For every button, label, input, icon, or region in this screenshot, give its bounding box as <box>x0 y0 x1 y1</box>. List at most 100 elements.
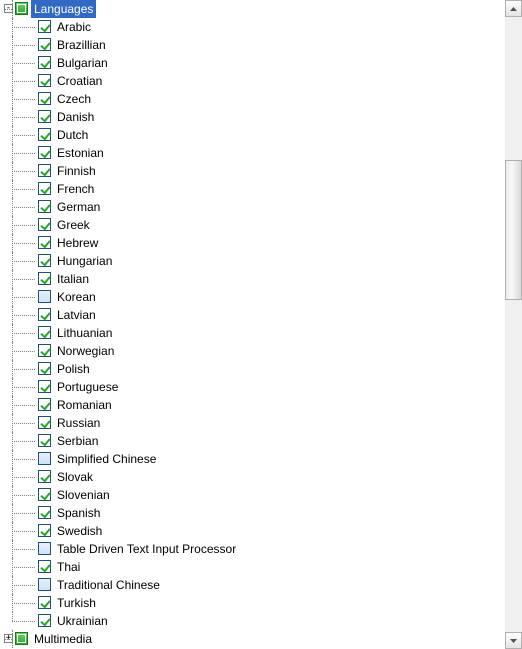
tree-item-label[interactable]: Danish <box>54 108 97 126</box>
tree-node-item[interactable]: Traditional Chinese <box>0 576 505 594</box>
tree-node-item[interactable]: Swedish <box>0 522 505 540</box>
tree-item-label[interactable]: Russian <box>54 414 103 432</box>
tree-item-label[interactable]: German <box>54 198 103 216</box>
tree-node-item[interactable]: Spanish <box>0 504 505 522</box>
tree-node-item[interactable]: Portuguese <box>0 378 505 396</box>
tree-node-item[interactable]: Czech <box>0 90 505 108</box>
tree-node-item[interactable]: Dutch <box>0 126 505 144</box>
tree-item-label[interactable]: Brazillian <box>54 36 109 54</box>
tree-node-item[interactable]: Finnish <box>0 162 505 180</box>
tree-node-item[interactable]: Polish <box>0 360 505 378</box>
tree-item-label[interactable]: Estonian <box>54 144 107 162</box>
tree-node-item[interactable]: Ukrainian <box>0 612 505 630</box>
tree-node-item[interactable]: French <box>0 180 505 198</box>
tree-node-item[interactable]: Thai <box>0 558 505 576</box>
checkbox[interactable] <box>38 200 51 213</box>
tree-item-label[interactable]: Croatian <box>54 72 105 90</box>
checkbox[interactable] <box>38 308 51 321</box>
tree-item-label[interactable]: Polish <box>54 360 93 378</box>
tree-node-item[interactable]: Estonian <box>0 144 505 162</box>
checkbox[interactable] <box>38 506 51 519</box>
checkbox[interactable] <box>38 218 51 231</box>
tree-node-item[interactable]: Simplified Chinese <box>0 450 505 468</box>
checkbox[interactable] <box>38 614 51 627</box>
tree-item-label[interactable]: Slovak <box>54 468 96 486</box>
scroll-up-button[interactable] <box>505 0 522 17</box>
checkbox[interactable] <box>38 524 51 537</box>
tree-node-item[interactable]: Korean <box>0 288 505 306</box>
checkbox[interactable] <box>38 596 51 609</box>
tree-node-item[interactable]: German <box>0 198 505 216</box>
tree-item-label[interactable]: Languages <box>31 0 96 18</box>
tree-item-label[interactable]: Simplified Chinese <box>54 450 159 468</box>
tree-item-label[interactable]: Hungarian <box>54 252 115 270</box>
tree-node-item[interactable]: Lithuanian <box>0 324 505 342</box>
vertical-scrollbar[interactable] <box>505 0 522 649</box>
tree-item-label[interactable]: Hebrew <box>54 234 101 252</box>
tree-node-item[interactable]: Norwegian <box>0 342 505 360</box>
tree-item-label[interactable]: Finnish <box>54 162 99 180</box>
tree-node-item[interactable]: Brazillian <box>0 36 505 54</box>
checkbox[interactable] <box>38 38 51 51</box>
tree-node-item[interactable]: Slovenian <box>0 486 505 504</box>
tree-item-label[interactable]: Swedish <box>54 522 105 540</box>
checkbox[interactable] <box>38 236 51 249</box>
tree-node-item[interactable]: Slovak <box>0 468 505 486</box>
tree-item-label[interactable]: Norwegian <box>54 342 117 360</box>
tree-node-item[interactable]: Latvian <box>0 306 505 324</box>
checkbox[interactable] <box>38 326 51 339</box>
tree-node-parent[interactable]: + Multimedia <box>0 630 505 648</box>
checkbox[interactable] <box>38 254 51 267</box>
tree-node-item[interactable]: Arabic <box>0 18 505 36</box>
tree-node-item[interactable]: Danish <box>0 108 505 126</box>
tree-item-label[interactable]: Lithuanian <box>54 324 115 342</box>
scroll-down-button[interactable] <box>505 632 522 649</box>
checkbox[interactable] <box>38 542 51 555</box>
checkbox[interactable] <box>38 146 51 159</box>
tree-item-label[interactable]: Korean <box>54 288 99 306</box>
checkbox[interactable] <box>38 290 51 303</box>
tree-item-label[interactable]: Portuguese <box>54 378 121 396</box>
tree-node-item[interactable]: Italian <box>0 270 505 288</box>
scrollbar-thumb[interactable] <box>505 160 522 300</box>
tree-item-label[interactable]: Dutch <box>54 126 91 144</box>
expand-icon[interactable]: + <box>4 634 13 643</box>
collapse-icon[interactable]: - <box>4 4 13 13</box>
tree-item-label[interactable]: Serbian <box>54 432 101 450</box>
tree-item-label[interactable]: Bulgarian <box>54 54 111 72</box>
checkbox[interactable] <box>38 416 51 429</box>
checkbox[interactable] <box>38 20 51 33</box>
tree-item-label[interactable]: Spanish <box>54 504 103 522</box>
tree-node-item[interactable]: Russian <box>0 414 505 432</box>
tree-node-item[interactable]: Hungarian <box>0 252 505 270</box>
checkbox[interactable] <box>38 380 51 393</box>
tree-node-item[interactable]: Hebrew <box>0 234 505 252</box>
checkbox[interactable] <box>38 470 51 483</box>
checkbox[interactable] <box>38 164 51 177</box>
tree-item-label[interactable]: Arabic <box>54 18 94 36</box>
checkbox[interactable] <box>15 2 28 15</box>
checkbox[interactable] <box>38 74 51 87</box>
checkbox[interactable] <box>38 452 51 465</box>
checkbox[interactable] <box>38 344 51 357</box>
tree-node-item[interactable]: Bulgarian <box>0 54 505 72</box>
checkbox[interactable] <box>38 92 51 105</box>
tree-node-item[interactable]: Turkish <box>0 594 505 612</box>
checkbox[interactable] <box>38 488 51 501</box>
checkbox[interactable] <box>38 182 51 195</box>
tree-node-item[interactable]: Croatian <box>0 72 505 90</box>
tree-item-label[interactable]: Table Driven Text Input Processor <box>54 540 239 558</box>
tree-item-label[interactable]: Multimedia <box>31 630 95 648</box>
checkbox[interactable] <box>38 128 51 141</box>
checkbox[interactable] <box>38 398 51 411</box>
tree-node-item[interactable]: Romanian <box>0 396 505 414</box>
tree-item-label[interactable]: Slovenian <box>54 486 113 504</box>
checkbox[interactable] <box>38 272 51 285</box>
tree-node-item[interactable]: Serbian <box>0 432 505 450</box>
tree-item-label[interactable]: Italian <box>54 270 92 288</box>
tree-item-label[interactable]: Romanian <box>54 396 115 414</box>
tree-node-parent[interactable]: - Languages <box>0 0 505 18</box>
tree-item-label[interactable]: Turkish <box>54 594 99 612</box>
checkbox[interactable] <box>15 632 28 645</box>
tree-item-label[interactable]: French <box>54 180 97 198</box>
